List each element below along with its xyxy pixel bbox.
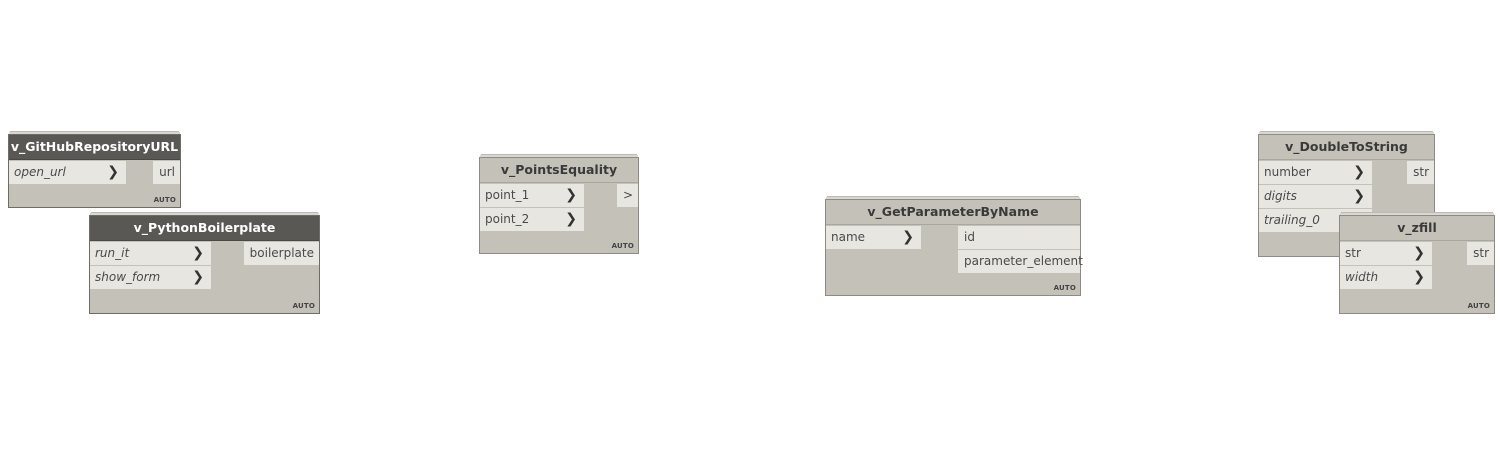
output-port-boilerplate[interactable]: boilerplate — [243, 242, 319, 265]
node-title[interactable]: v_GetParameterByName — [826, 200, 1080, 225]
output-port-result[interactable]: > — [616, 184, 638, 207]
node-title[interactable]: v_PointsEquality — [480, 158, 638, 183]
port-label: str — [1473, 246, 1489, 260]
input-port-point-1[interactable]: point_1 ❯ — [480, 184, 584, 207]
port-label: open_url — [14, 165, 66, 179]
chevron-right-icon: ❯ — [107, 164, 119, 180]
port-label: run_it — [95, 246, 130, 260]
output-port-str[interactable]: str — [1407, 161, 1434, 184]
port-label: show_form — [95, 270, 161, 284]
input-port-str[interactable]: str ❯ — [1340, 242, 1432, 265]
canvas[interactable]: { "colors": { "canvas": "#ffffff", "node… — [0, 0, 1500, 450]
lacing-indicator: AUTO — [153, 196, 176, 204]
chevron-right-icon: ❯ — [1353, 188, 1365, 204]
input-port-show-form[interactable]: show_form ❯ — [90, 266, 211, 289]
input-port-width[interactable]: width ❯ — [1340, 266, 1432, 289]
chevron-right-icon: ❯ — [565, 187, 577, 203]
chevron-right-icon: ❯ — [565, 211, 577, 227]
chevron-right-icon: ❯ — [1353, 164, 1365, 180]
port-label: boilerplate — [249, 246, 314, 260]
port-label: parameter_element — [964, 254, 1083, 268]
lacing-indicator: AUTO — [611, 242, 634, 250]
node-python-boilerplate[interactable]: v_PythonBoilerplate run_it ❯ show_form ❯… — [89, 215, 320, 314]
output-port-id[interactable]: id — [958, 226, 1080, 249]
port-label: trailing_0 — [1264, 213, 1320, 227]
input-port-name[interactable]: name ❯ — [826, 226, 921, 249]
output-port-str[interactable]: str — [1467, 242, 1494, 265]
port-label: number — [1264, 165, 1311, 179]
lacing-indicator: AUTO — [1053, 284, 1076, 292]
node-title[interactable]: v_zfill — [1340, 216, 1494, 241]
input-port-run-it[interactable]: run_it ❯ — [90, 242, 211, 265]
input-port-open-url[interactable]: open_url ❯ — [9, 161, 126, 184]
port-label: point_2 — [485, 212, 530, 226]
chevron-right-icon: ❯ — [192, 269, 204, 285]
port-label: width — [1345, 270, 1379, 284]
lacing-indicator: AUTO — [292, 302, 315, 310]
node-title[interactable]: v_DoubleToString — [1259, 135, 1434, 160]
input-port-number[interactable]: number ❯ — [1259, 161, 1372, 184]
port-label: point_1 — [485, 188, 530, 202]
node-get-parameter-by-name[interactable]: v_GetParameterByName name ❯ id parameter… — [825, 199, 1083, 296]
node-title[interactable]: v_GitHubRepositoryURL — [9, 135, 180, 160]
chevron-right-icon: ❯ — [902, 229, 914, 245]
port-label: name — [831, 230, 866, 244]
node-zfill[interactable]: v_zfill str ❯ width ❯ str AUTO — [1339, 215, 1495, 314]
node-github-repository-url[interactable]: v_GitHubRepositoryURL open_url ❯ url AUT… — [8, 134, 181, 208]
lacing-indicator: AUTO — [1467, 302, 1490, 310]
port-label: id — [964, 230, 975, 244]
chevron-right-icon: ❯ — [1413, 245, 1425, 261]
input-port-point-2[interactable]: point_2 ❯ — [480, 208, 584, 231]
port-label: str — [1345, 246, 1361, 260]
node-points-equality[interactable]: v_PointsEquality point_1 ❯ point_2 ❯ > A… — [479, 157, 639, 254]
chevron-right-icon: ❯ — [192, 245, 204, 261]
port-label: > — [622, 188, 633, 202]
output-port-parameter-element[interactable]: parameter_element — [958, 250, 1083, 273]
chevron-right-icon: ❯ — [1413, 269, 1425, 285]
input-port-digits[interactable]: digits ❯ — [1259, 185, 1372, 208]
node-title[interactable]: v_PythonBoilerplate — [90, 216, 319, 241]
output-port-url[interactable]: url — [153, 161, 180, 184]
port-label: str — [1413, 165, 1429, 179]
port-label: digits — [1264, 189, 1297, 203]
port-label: url — [159, 165, 175, 179]
